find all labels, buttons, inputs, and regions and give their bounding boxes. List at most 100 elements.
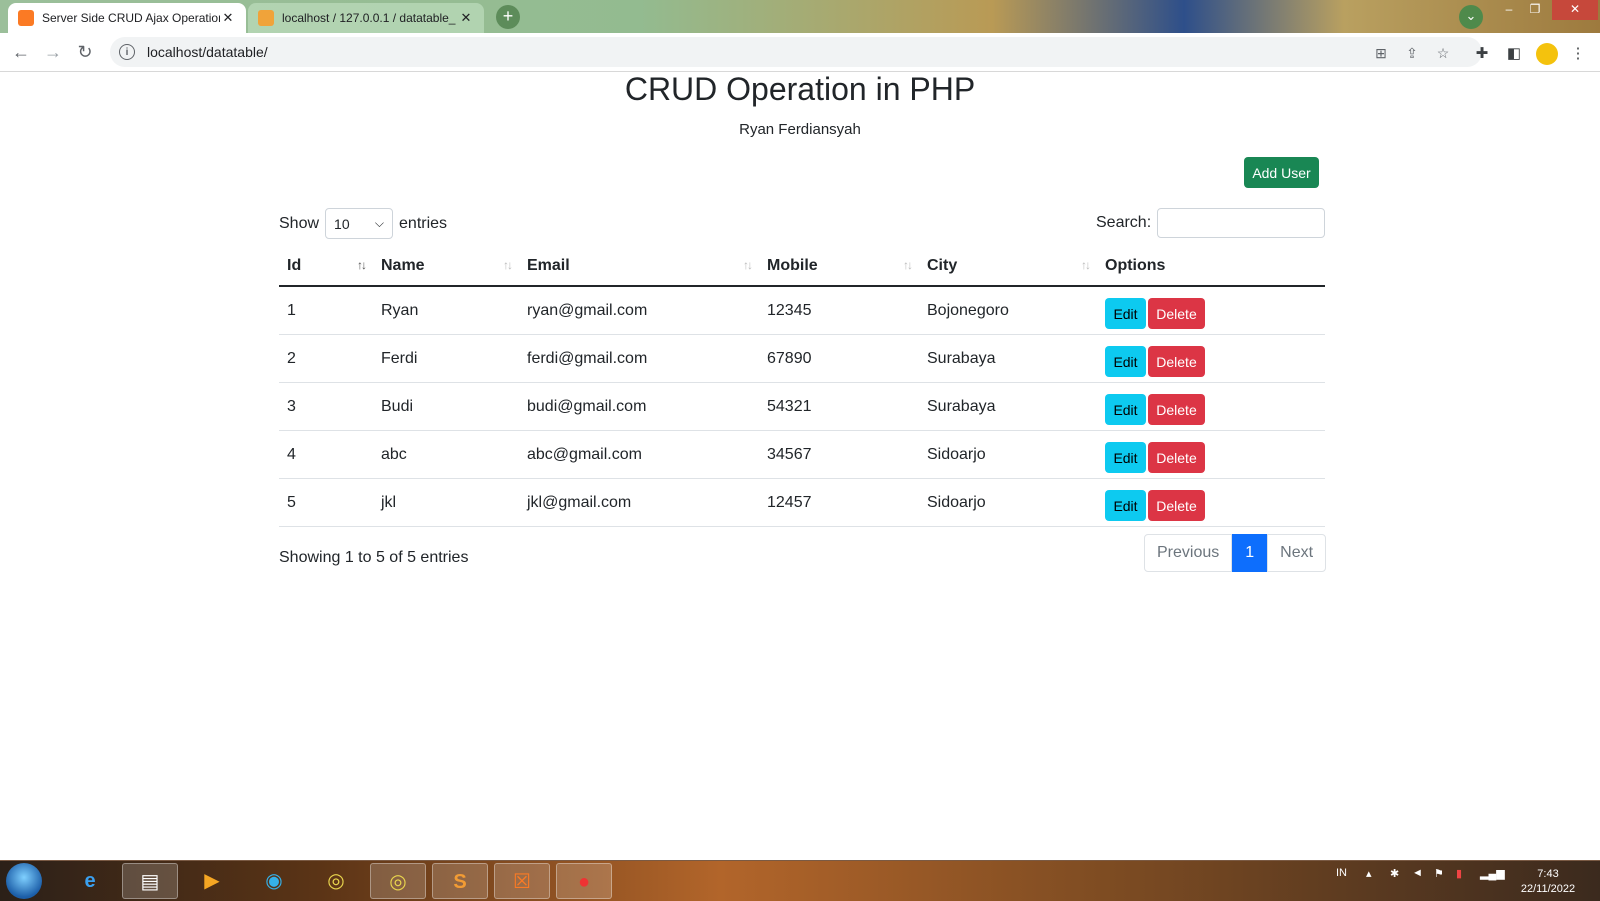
cell-email: ferdi@gmail.com [519, 334, 759, 383]
search-label: Search: [1096, 214, 1152, 231]
delete-button[interactable]: Delete [1148, 442, 1205, 473]
volume-icon[interactable]: ◄ [1412, 867, 1423, 879]
delete-button[interactable]: Delete [1148, 394, 1205, 425]
file-explorer-icon[interactable]: ▤ [122, 863, 178, 899]
clock-date: 22/11/2022 [1520, 883, 1576, 895]
cell-id: 3 [279, 382, 373, 431]
new-tab-icon[interactable]: + [496, 5, 520, 29]
table-header-row: Id ↑↓ Name ↑↓ Email ↑↓ Mobile ↑↓ City ↑↓ Opti… [279, 247, 1325, 287]
add-user-button[interactable]: Add User [1244, 157, 1319, 188]
sublime-text-icon[interactable]: S [432, 863, 488, 899]
restore-icon[interactable]: ❐ [1522, 0, 1548, 20]
menu-icon[interactable]: ⋮ [1568, 44, 1588, 64]
forward-icon[interactable]: → [42, 41, 64, 63]
cell-city: Sidoarjo [919, 478, 1097, 527]
chrome-profile-icon[interactable]: ◎ [370, 863, 426, 899]
delete-button[interactable]: Delete [1148, 490, 1205, 521]
edge-icon[interactable]: ◉ [246, 863, 302, 899]
cell-email: abc@gmail.com [519, 430, 759, 479]
avatar[interactable] [1536, 43, 1558, 65]
cell-mobile: 12345 [759, 286, 919, 335]
cell-city: Sidoarjo [919, 430, 1097, 479]
side-panel-icon[interactable]: ◧ [1504, 44, 1524, 64]
xampp-icon[interactable]: ☒ [494, 863, 550, 899]
tab-crud[interactable]: Server Side CRUD Ajax Operation ✕ [8, 3, 246, 33]
pagination: Previous 1 Next [1144, 534, 1327, 572]
cell-mobile: 67890 [759, 334, 919, 383]
share-icon[interactable]: ⇪ [1403, 44, 1421, 62]
star-icon[interactable]: ☆ [1434, 44, 1452, 62]
phpmyadmin-icon [258, 10, 274, 26]
page-title: CRUD Operation in PHP [624, 71, 976, 107]
close-icon[interactable]: ✕ [220, 10, 236, 26]
cell-email: budi@gmail.com [519, 382, 759, 431]
sort-icon: ↑↓ [503, 258, 513, 272]
cell-name: Ryan [373, 286, 519, 335]
cell-mobile: 12457 [759, 478, 919, 527]
cell-id: 5 [279, 478, 373, 527]
table-row: 2 Ferdi ferdi@gmail.com 67890 Surabaya E… [279, 334, 1325, 383]
extensions-icon[interactable]: ✚ [1472, 44, 1492, 64]
info-icon[interactable]: i [119, 44, 135, 60]
edit-button[interactable]: Edit [1105, 490, 1146, 521]
column-header-email[interactable]: Email ↑↓ [519, 247, 759, 287]
show-hidden-icons-icon[interactable]: ▴ [1366, 867, 1372, 880]
tab-title: localhost / 127.0.0.1 / datatable_ [282, 11, 456, 25]
data-table: Id ↑↓ Name ↑↓ Email ↑↓ Mobile ↑↓ City ↑↓ Opti… [279, 247, 1325, 527]
chrome-icon[interactable]: ◎ [308, 863, 364, 899]
internet-explorer-icon[interactable]: e [62, 863, 118, 899]
chevron-down-icon[interactable]: ⌄ [1459, 5, 1483, 29]
system-clock[interactable]: 7:43 22/11/2022 [1508, 867, 1588, 897]
edit-button[interactable]: Edit [1105, 298, 1146, 329]
minimize-icon[interactable]: – [1496, 0, 1522, 20]
next-page-button[interactable]: Next [1267, 534, 1327, 572]
column-header-mobile[interactable]: Mobile ↑↓ [759, 247, 919, 287]
edit-button[interactable]: Edit [1105, 394, 1146, 425]
tab-phpmyadmin[interactable]: localhost / 127.0.0.1 / datatable_ ✕ [248, 3, 484, 33]
page-length-select[interactable]: 10 ⌵ [325, 208, 394, 239]
window-close-icon[interactable]: ✕ [1552, 0, 1598, 20]
cell-id: 2 [279, 334, 373, 383]
previous-page-button[interactable]: Previous [1144, 534, 1233, 572]
media-player-icon[interactable]: ▶ [184, 863, 240, 899]
cell-city: Surabaya [919, 334, 1097, 383]
column-header-name[interactable]: Name ↑↓ [373, 247, 519, 287]
column-header-city[interactable]: City ↑↓ [919, 247, 1097, 287]
cell-name: abc [373, 430, 519, 479]
sort-icon: ↑↓ [743, 258, 753, 272]
search-input[interactable] [1157, 208, 1326, 238]
page-button-current[interactable]: 1 [1232, 534, 1268, 572]
cell-city: Surabaya [919, 382, 1097, 431]
bluetooth-icon[interactable]: ✱ [1390, 867, 1399, 880]
browser-tab-bar: Server Side CRUD Ajax Operation ✕ localh… [0, 0, 1600, 33]
cell-options: Edit Delete [1097, 430, 1325, 479]
xampp-icon [18, 10, 34, 26]
reload-icon[interactable]: ↻ [74, 41, 96, 63]
table-row: 5 jkl jkl@gmail.com 12457 Sidoarjo Edit D… [279, 478, 1325, 527]
column-header-id[interactable]: Id ↑↓ [279, 247, 373, 287]
column-header-options: Options [1097, 247, 1325, 287]
sort-icon: ↑↓ [357, 258, 367, 272]
cell-options: Edit Delete [1097, 382, 1325, 431]
network-icon[interactable]: ▂▄▆ [1480, 867, 1505, 880]
start-button-icon[interactable] [6, 863, 42, 899]
cell-email: jkl@gmail.com [519, 478, 759, 527]
delete-button[interactable]: Delete [1148, 298, 1205, 329]
translate-icon[interactable]: ⊞ [1372, 44, 1390, 62]
delete-button[interactable]: Delete [1148, 346, 1205, 377]
cell-options: Edit Delete [1097, 334, 1325, 383]
close-icon[interactable]: ✕ [458, 10, 474, 26]
edit-button[interactable]: Edit [1105, 442, 1146, 473]
chevron-down-icon: ⌵ [374, 216, 385, 230]
action-center-icon[interactable]: ⚑ [1434, 867, 1444, 880]
cell-name: Budi [373, 382, 519, 431]
page-length-control: Show 10 ⌵ entries [279, 208, 447, 239]
edit-button[interactable]: Edit [1105, 346, 1146, 377]
entries-label: entries [399, 214, 448, 232]
power-icon[interactable]: ▮ [1456, 867, 1462, 880]
language-indicator[interactable]: IN [1336, 867, 1347, 879]
address-bar[interactable]: i localhost/datatable/ ⊞ ⇪ ☆ [110, 37, 1482, 67]
back-icon[interactable]: ← [10, 41, 32, 63]
sort-icon: ↑↓ [1081, 258, 1091, 272]
recorder-icon[interactable]: ● [556, 863, 612, 899]
